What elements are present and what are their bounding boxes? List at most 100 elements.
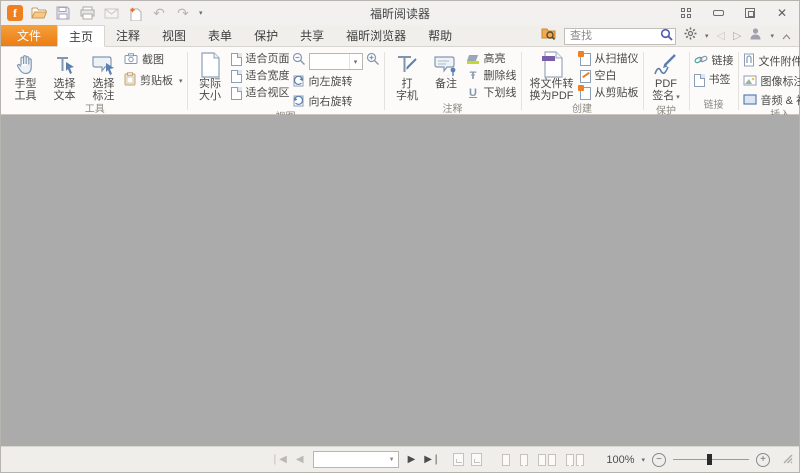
print-icon[interactable]: [79, 5, 95, 21]
audio-video-button[interactable]: 音频 & 视频: [743, 94, 800, 109]
find-area: ▾ ◁ ▷ ▾: [541, 25, 799, 46]
fit-width-button[interactable]: 适合宽度: [231, 70, 290, 83]
history-forward-icon[interactable]: ▷: [733, 29, 741, 42]
bookmark-button[interactable]: 书签: [694, 74, 734, 87]
layout-grid-icon[interactable]: [679, 6, 693, 20]
user-caret-icon[interactable]: ▾: [770, 32, 774, 40]
undo-icon[interactable]: ↶: [151, 5, 167, 21]
blank-document-button[interactable]: 空白: [580, 70, 639, 83]
from-scanner-button[interactable]: 从扫描仪: [580, 53, 639, 66]
first-page-icon[interactable]: ❘◀: [271, 455, 287, 465]
continuous-page-icon[interactable]: [520, 454, 528, 466]
continuous-facing-icon[interactable]: [566, 454, 584, 466]
image-annotation-button[interactable]: 图像标注: [743, 75, 800, 90]
fit-page-button[interactable]: 适合页面: [231, 53, 290, 66]
zoom-combo-caret-icon[interactable]: ▾: [349, 54, 362, 69]
last-page-icon[interactable]: ▶❘: [424, 455, 440, 465]
foxit-logo-icon[interactable]: f: [7, 5, 23, 21]
email-icon[interactable]: [103, 5, 119, 21]
zoom-out-circle-icon[interactable]: −: [652, 453, 666, 467]
find-box: [564, 26, 676, 45]
collapse-ribbon-icon[interactable]: [782, 27, 791, 45]
convert-to-pdf-button[interactable]: 将文件转 换为PDF: [526, 50, 578, 103]
strikeout-label: 删除线: [484, 70, 517, 83]
zoom-in-icon[interactable]: [366, 52, 380, 71]
from-clipboard-icon: [580, 87, 591, 100]
tab-view[interactable]: 视图: [151, 25, 197, 46]
foxit-reader-window: f: [0, 0, 800, 473]
from-clipboard-button[interactable]: 从剪贴板: [580, 87, 639, 100]
resize-grip-icon[interactable]: [782, 453, 793, 467]
snapshot-button[interactable]: 截图: [124, 53, 183, 68]
find-options-gear-icon[interactable]: [684, 27, 697, 45]
zoom-slider[interactable]: [673, 453, 749, 466]
rotate-left-button[interactable]: 向左旋转: [292, 74, 380, 91]
previous-view-icon[interactable]: [453, 453, 464, 466]
maximize-button[interactable]: [743, 6, 757, 20]
zoom-in-circle-icon[interactable]: +: [756, 453, 770, 467]
select-annotation-button[interactable]: 选择 标注: [85, 50, 122, 103]
new-document-icon[interactable]: [127, 5, 143, 21]
fit-width-icon: [231, 70, 242, 83]
ribbon-group-link: 链接 书签 链接: [690, 48, 738, 114]
rotate-right-button[interactable]: 向右旋转: [292, 94, 380, 111]
clipboard-button[interactable]: 剪贴板 ▾: [124, 72, 183, 90]
pdf-sign-button[interactable]: PDF 签名▾: [648, 50, 685, 105]
highlight-button[interactable]: 高亮: [467, 53, 517, 66]
underline-button[interactable]: U 下划线: [467, 87, 517, 100]
tab-foxit-browser[interactable]: 福昕浏览器: [335, 25, 417, 46]
pdf-sign-icon: [653, 51, 679, 78]
zoom-level-combo[interactable]: ▾: [309, 53, 363, 70]
window-controls: ✕: [679, 6, 793, 20]
redo-icon[interactable]: ↷: [175, 5, 191, 21]
gear-caret-icon[interactable]: ▾: [705, 32, 709, 40]
select-text-button[interactable]: 选择 文本: [46, 50, 83, 103]
image-annotation-icon: [743, 75, 757, 90]
save-icon[interactable]: [55, 5, 71, 21]
tab-share[interactable]: 共享: [289, 25, 335, 46]
tab-form[interactable]: 表单: [197, 25, 243, 46]
tab-home[interactable]: 主页: [57, 25, 105, 47]
pdf-sign-caret-icon: ▾: [676, 94, 680, 101]
search-magnifier-icon[interactable]: [660, 28, 673, 46]
typewriter-label: 打 字机: [396, 78, 418, 102]
next-page-icon[interactable]: ▶: [408, 455, 416, 465]
note-button[interactable]: 备注: [428, 50, 465, 91]
strikeout-button[interactable]: Ŧ 删除线: [467, 70, 517, 83]
tab-protect[interactable]: 保护: [243, 25, 289, 46]
customize-toolbar-caret-icon[interactable]: ▾: [199, 9, 203, 17]
zoom-slider-handle[interactable]: [707, 454, 712, 465]
history-back-icon[interactable]: ◁: [717, 29, 725, 42]
page-number-combo[interactable]: ▼: [313, 451, 399, 468]
zoom-out-icon[interactable]: [292, 52, 306, 71]
fit-page-label: 适合页面: [246, 53, 290, 66]
tab-help[interactable]: 帮助: [417, 25, 463, 46]
facing-pages-icon[interactable]: [538, 454, 556, 466]
zoom-percentage[interactable]: 100%: [606, 454, 634, 466]
page-combo-caret-icon[interactable]: ▼: [389, 457, 398, 463]
zoom-controls: 100% ▾ − +: [606, 453, 770, 467]
bookmark-icon: [694, 74, 705, 87]
page-layout-modes: [502, 454, 584, 466]
note-label: 备注: [435, 78, 457, 90]
typewriter-button[interactable]: 打 字机: [389, 50, 426, 103]
hand-icon: [14, 51, 38, 78]
link-button[interactable]: 链接: [694, 53, 734, 70]
tab-file[interactable]: 文件: [1, 25, 57, 46]
zoom-percentage-caret-icon[interactable]: ▾: [641, 456, 645, 464]
close-button[interactable]: ✕: [775, 6, 789, 20]
ribbon-group-view: 实际 大小 适合页面 适合宽度 适合视区: [188, 48, 384, 114]
hand-tool-button[interactable]: 手型 工具: [7, 50, 44, 103]
fit-visible-button[interactable]: 适合视区: [231, 87, 290, 100]
next-view-icon[interactable]: [471, 453, 482, 466]
previous-page-icon[interactable]: ◀: [296, 455, 304, 465]
actual-size-button[interactable]: 实际 大小: [192, 50, 229, 103]
folder-search-icon[interactable]: [541, 27, 556, 45]
file-attachment-button[interactable]: 文件附件: [743, 53, 800, 71]
tab-comment[interactable]: 注释: [105, 25, 151, 46]
open-file-icon[interactable]: [31, 5, 47, 21]
user-account-icon[interactable]: [749, 27, 762, 45]
minimize-button[interactable]: [711, 6, 725, 20]
audio-video-icon: [743, 94, 757, 109]
single-page-icon[interactable]: [502, 454, 510, 466]
